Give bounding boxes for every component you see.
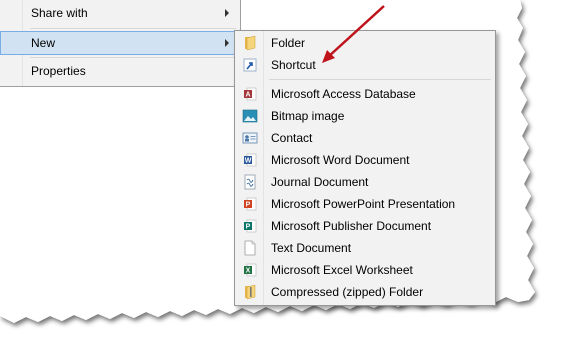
menu-separator <box>30 28 236 29</box>
menu-item-label: Share with <box>31 6 88 20</box>
submenu-item-folder[interactable]: Folder <box>237 32 493 54</box>
context-menu: Share with New Properties <box>0 0 241 87</box>
menu-separator <box>269 79 491 80</box>
svg-text:P: P <box>246 224 251 231</box>
submenu-item-label: Shortcut <box>271 58 316 72</box>
folder-icon <box>245 35 256 51</box>
svg-text:P: P <box>246 202 251 209</box>
submenu-item-journal-document[interactable]: Journal Document <box>237 171 493 193</box>
menu-item-share-with[interactable]: Share with <box>1 2 237 24</box>
zip-folder-icon <box>245 284 256 300</box>
submenu-item-label: Contact <box>271 131 313 145</box>
submenu-arrow-icon <box>225 9 229 17</box>
submenu-item-label: Microsoft Access Database <box>271 87 416 101</box>
submenu-item-excel-worksheet[interactable]: X Microsoft Excel Worksheet <box>237 259 493 281</box>
menu-item-properties[interactable]: Properties <box>1 60 237 82</box>
submenu-item-text-document[interactable]: Text Document <box>237 237 493 259</box>
submenu-item-label: Compressed (zipped) Folder <box>271 285 424 299</box>
journal-icon <box>244 174 256 190</box>
new-submenu: Folder Shortcut A Microsoft Access Datab… <box>234 30 496 306</box>
submenu-item-label: Bitmap image <box>271 109 345 123</box>
word-icon: W <box>244 153 257 167</box>
text-document-icon <box>244 240 256 256</box>
powerpoint-icon: P <box>244 197 257 211</box>
svg-text:W: W <box>245 158 252 165</box>
submenu-item-label: Text Document <box>271 241 352 255</box>
submenu-arrow-icon <box>225 39 229 47</box>
submenu-item-contact[interactable]: Contact <box>237 127 493 149</box>
contact-icon <box>242 132 258 144</box>
shortcut-icon <box>243 58 257 72</box>
excel-icon: X <box>244 263 257 277</box>
bitmap-icon <box>242 109 258 123</box>
svg-text:A: A <box>245 92 250 99</box>
submenu-item-label: Microsoft PowerPoint Presentation <box>271 197 456 211</box>
submenu-item-label: Microsoft Excel Worksheet <box>271 263 413 277</box>
submenu-item-access-database[interactable]: A Microsoft Access Database <box>237 83 493 105</box>
submenu-item-label: Microsoft Publisher Document <box>271 219 432 233</box>
submenu-item-powerpoint-presentation[interactable]: P Microsoft PowerPoint Presentation <box>237 193 493 215</box>
submenu-item-compressed-folder[interactable]: Compressed (zipped) Folder <box>237 281 493 303</box>
svg-text:X: X <box>246 268 251 275</box>
submenu-item-publisher-document[interactable]: P Microsoft Publisher Document <box>237 215 493 237</box>
menu-item-label: New <box>31 36 56 50</box>
menu-item-label: Properties <box>31 64 86 78</box>
submenu-item-label: Microsoft Word Document <box>271 153 410 167</box>
submenu-item-word-document[interactable]: W Microsoft Word Document <box>237 149 493 171</box>
menu-separator <box>30 57 236 58</box>
access-icon: A <box>244 87 257 101</box>
publisher-icon: P <box>244 219 257 233</box>
menu-item-new[interactable]: New <box>0 31 238 55</box>
submenu-item-label: Journal Document <box>271 175 369 189</box>
submenu-item-label: Folder <box>271 36 306 50</box>
submenu-item-shortcut[interactable]: Shortcut <box>237 54 493 76</box>
submenu-item-bitmap-image[interactable]: Bitmap image <box>237 105 493 127</box>
